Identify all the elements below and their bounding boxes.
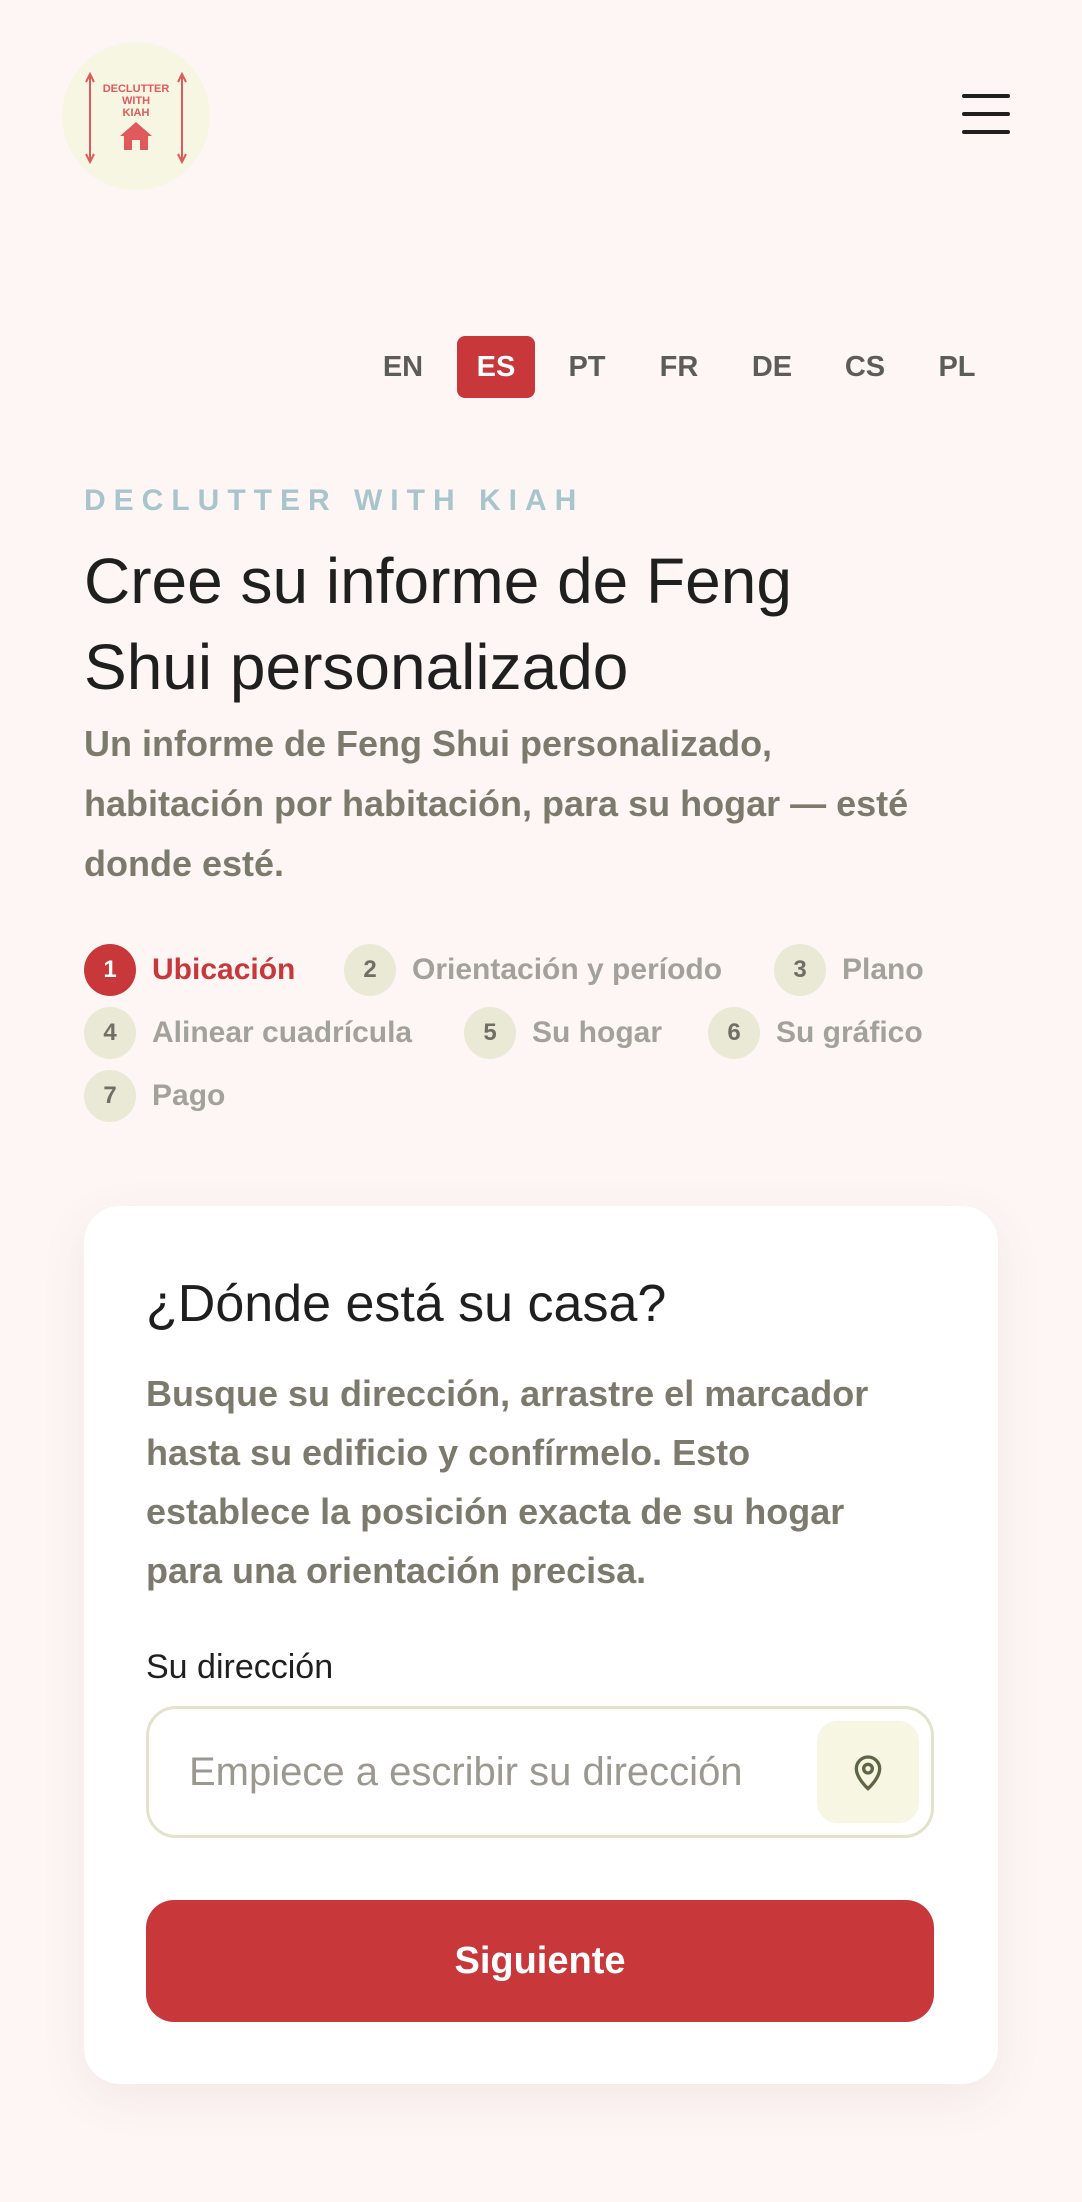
step-number: 6: [708, 1007, 760, 1059]
address-input[interactable]: [189, 1709, 789, 1835]
step-label: Alinear cuadrícula: [152, 1016, 413, 1049]
page: DECLUTTER WITH KIAH EN ES PT FR DE CS PL…: [0, 0, 1082, 2202]
logo-graphic: DECLUTTER WITH KIAH: [85, 71, 187, 165]
step-number: 5: [464, 1007, 516, 1059]
card-description: Busque su dirección, arrastre el marcado…: [146, 1364, 946, 1600]
lang-pl[interactable]: PL: [918, 336, 996, 398]
logo-text-line3: KIAH: [123, 107, 150, 119]
step-su-hogar[interactable]: 5 Su hogar: [464, 1006, 662, 1060]
subtitle-line1: Un informe de Feng Shui personalizado,: [84, 723, 773, 764]
page-title: Cree su informe de Feng Shui personaliza…: [84, 538, 984, 710]
next-button[interactable]: Siguiente: [146, 1900, 934, 2022]
lang-es[interactable]: ES: [457, 336, 535, 398]
subtitle-line3: donde esté.: [84, 843, 285, 884]
card-desc-line3: establece la posición exacta de su hogar: [146, 1491, 845, 1532]
card-title: ¿Dónde está su casa?: [146, 1275, 667, 1333]
step-orientacion[interactable]: 2 Orientación y período: [344, 943, 722, 997]
step-ubicacion[interactable]: 1 Ubicación: [84, 943, 295, 997]
step-label: Orientación y período: [412, 953, 723, 986]
page-title-line1: Cree su informe de Feng: [84, 545, 792, 617]
address-label: Su dirección: [146, 1648, 334, 1686]
step-label: Su hogar: [532, 1016, 663, 1049]
page-title-line2: Shui personalizado: [84, 631, 629, 703]
step-su-grafico[interactable]: 6 Su gráfico: [708, 1006, 923, 1060]
step-label: Pago: [152, 1079, 226, 1112]
location-pin-icon[interactable]: [817, 1721, 919, 1823]
card-desc-line2: hasta su edificio y confírmelo. Esto: [146, 1432, 751, 1473]
step-plano[interactable]: 3 Plano: [774, 943, 924, 997]
card-desc-line4: para una orientación precisa.: [146, 1550, 647, 1591]
eyebrow: DECLUTTER WITH KIAH: [84, 484, 585, 517]
page-subtitle: Un informe de Feng Shui personalizado, h…: [84, 714, 984, 894]
hamburger-menu-icon[interactable]: [958, 92, 1014, 136]
step-label: Su gráfico: [776, 1016, 923, 1049]
step-number: 1: [84, 944, 136, 996]
address-field: [146, 1706, 934, 1838]
logo-text-line2: WITH: [122, 95, 150, 107]
step-number: 4: [84, 1007, 136, 1059]
lang-pt[interactable]: PT: [548, 336, 626, 398]
card-desc-line1: Busque su dirección, arrastre el marcado…: [146, 1373, 869, 1414]
location-card: ¿Dónde está su casa? Busque su dirección…: [84, 1206, 998, 2084]
step-number: 3: [774, 944, 826, 996]
lang-fr[interactable]: FR: [640, 336, 718, 398]
logo-text-line1: DECLUTTER: [103, 83, 170, 95]
step-number: 2: [344, 944, 396, 996]
step-pago[interactable]: 7 Pago: [84, 1069, 225, 1123]
subtitle-line2: habitación por habitación, para su hogar…: [84, 783, 909, 824]
step-alinear-cuadricula[interactable]: 4 Alinear cuadrícula: [84, 1006, 412, 1060]
step-label: Ubicación: [152, 953, 296, 986]
language-switcher: EN ES PT FR DE CS PL: [0, 336, 1082, 398]
lang-en[interactable]: EN: [364, 336, 442, 398]
step-label: Plano: [842, 953, 924, 986]
lang-cs[interactable]: CS: [826, 336, 904, 398]
lang-de[interactable]: DE: [733, 336, 811, 398]
step-number: 7: [84, 1070, 136, 1122]
logo[interactable]: DECLUTTER WITH KIAH: [62, 42, 210, 190]
